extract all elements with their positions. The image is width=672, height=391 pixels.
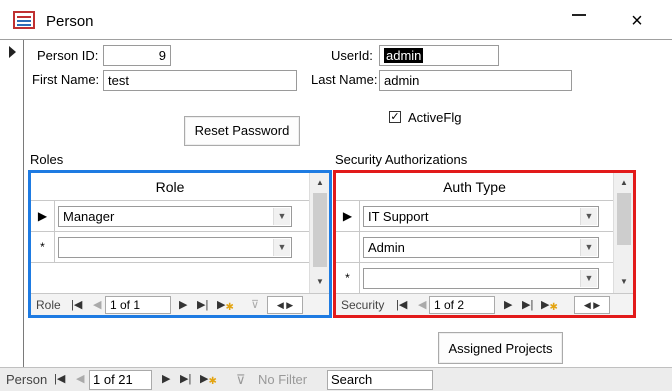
roles-subform: Role ▶ Manager ▼ * ▼ ▲ ▼ Role |◀ ◀ 1 of 1… <box>28 170 332 318</box>
record-position[interactable]: 1 of 21 <box>89 370 152 390</box>
new-row-selector[interactable]: * <box>336 263 360 293</box>
auth-type-value: IT Support <box>368 209 429 224</box>
row-selector[interactable]: ▶ <box>31 201 55 231</box>
assigned-projects-button[interactable]: Assigned Projects <box>438 332 563 364</box>
security-scrollbar[interactable]: ▲ ▼ <box>613 173 633 293</box>
row-selector[interactable] <box>336 232 360 262</box>
reset-password-button[interactable]: Reset Password <box>184 116 300 146</box>
first-record-icon[interactable]: |◀ <box>396 298 407 311</box>
minimize-button[interactable] <box>572 14 586 16</box>
person-id-label: Person ID: <box>37 48 99 63</box>
first-name-field[interactable]: test <box>103 70 297 91</box>
last-record-icon[interactable]: ▶| <box>522 298 533 311</box>
table-row-new[interactable]: * ▼ <box>336 263 613 294</box>
filter-icon[interactable]: ⊽ <box>251 298 259 311</box>
nav-label: Role <box>36 298 61 312</box>
person-id-field[interactable]: 9 <box>103 45 171 66</box>
role-combo[interactable]: ▼ <box>58 237 292 258</box>
window-title: Person <box>46 13 94 30</box>
auth-type-value: Admin <box>368 240 405 255</box>
record-position[interactable]: 1 of 2 <box>429 296 495 314</box>
activeflg-checkbox[interactable]: ✓ <box>389 111 401 123</box>
no-filter-label[interactable]: No Filter <box>258 372 307 387</box>
auth-type-combo[interactable]: Admin ▼ <box>363 237 599 258</box>
auth-type-column-header: Auth Type <box>336 173 613 201</box>
form-icon <box>13 11 35 29</box>
prev-record-icon[interactable]: ◀ <box>93 298 101 311</box>
prev-record-icon[interactable]: ◀ <box>418 298 426 311</box>
first-record-icon[interactable]: |◀ <box>54 372 65 385</box>
security-navigation: Security |◀ ◀ 1 of 2 ▶ ▶| ▶ ✱ ◀ ▶ <box>336 293 633 315</box>
security-subform: Auth Type ▶ IT Support ▼ Admin ▼ * ▼ ▲ ▼ S… <box>333 170 636 318</box>
activeflg-label: ActiveFlg <box>408 110 462 125</box>
chevron-down-icon[interactable]: ▼ <box>580 270 597 287</box>
chevron-down-icon[interactable]: ▼ <box>580 239 597 256</box>
new-record-icon[interactable]: ▶ ✱ <box>217 298 234 313</box>
auth-type-combo[interactable]: ▼ <box>363 268 599 289</box>
search-input[interactable]: Search <box>327 370 433 390</box>
next-record-icon[interactable]: ▶ <box>504 298 512 311</box>
nav-label: Security <box>341 298 385 312</box>
userid-value: admin <box>384 48 424 63</box>
new-record-icon[interactable]: ▶ ✱ <box>541 298 558 313</box>
row-selector[interactable]: ▶ <box>336 201 360 231</box>
role-combo[interactable]: Manager ▼ <box>58 206 292 227</box>
table-row[interactable]: ▶ Manager ▼ <box>31 201 309 232</box>
last-record-icon[interactable]: ▶| <box>197 298 208 311</box>
role-value: Manager <box>63 209 115 224</box>
next-record-icon[interactable]: ▶ <box>162 372 170 385</box>
horizontal-scroll[interactable]: ◀ ▶ <box>574 296 610 314</box>
role-column-header: Role <box>31 173 309 201</box>
roles-navigation: Role |◀ ◀ 1 of 1 ▶ ▶| ▶ ✱ ⊽ ◀ ▶ <box>31 293 329 315</box>
table-row-new[interactable]: * ▼ <box>31 232 309 263</box>
record-navigation-bar: Person |◀ ◀ 1 of 21 ▶ ▶| ▶ ✱ ⊽ No Filter … <box>0 367 672 391</box>
scroll-down-icon[interactable]: ▼ <box>313 275 327 289</box>
last-name-field[interactable]: admin <box>379 70 572 91</box>
table-row[interactable]: ▶ IT Support ▼ <box>336 201 613 232</box>
auth-type-combo[interactable]: IT Support ▼ <box>363 206 599 227</box>
record-position[interactable]: 1 of 1 <box>105 296 171 314</box>
record-nav-label: Person <box>6 372 48 387</box>
filter-icon[interactable]: ⊽ <box>236 372 246 388</box>
horizontal-scroll[interactable]: ◀ ▶ <box>267 296 303 314</box>
scroll-up-icon[interactable]: ▲ <box>313 176 327 190</box>
userid-field[interactable]: admin <box>379 45 499 66</box>
scroll-up-icon[interactable]: ▲ <box>617 176 631 190</box>
userid-label: UserId: <box>331 48 373 63</box>
title-bar: Person × <box>0 0 672 40</box>
table-row[interactable]: Admin ▼ <box>336 232 613 263</box>
next-record-icon[interactable]: ▶ <box>179 298 187 311</box>
last-record-icon[interactable]: ▶| <box>180 372 191 385</box>
current-record-icon <box>9 46 16 58</box>
new-row-selector[interactable]: * <box>31 232 55 262</box>
scroll-down-icon[interactable]: ▼ <box>617 275 631 289</box>
chevron-down-icon[interactable]: ▼ <box>273 208 290 225</box>
scroll-thumb[interactable] <box>313 193 327 267</box>
chevron-down-icon[interactable]: ▼ <box>580 208 597 225</box>
close-icon[interactable]: × <box>625 9 649 33</box>
security-label: Security Authorizations <box>335 152 468 167</box>
first-record-icon[interactable]: |◀ <box>71 298 82 311</box>
last-name-label: Last Name: <box>311 72 378 87</box>
roles-label: Roles <box>30 152 64 167</box>
scroll-thumb[interactable] <box>617 193 631 245</box>
first-name-label: First Name: <box>32 72 100 87</box>
chevron-down-icon[interactable]: ▼ <box>273 239 290 256</box>
prev-record-icon[interactable]: ◀ <box>76 372 84 385</box>
roles-scrollbar[interactable]: ▲ ▼ <box>309 173 329 293</box>
record-selector[interactable] <box>0 40 24 367</box>
new-record-icon[interactable]: ▶ ✱ <box>200 372 217 387</box>
